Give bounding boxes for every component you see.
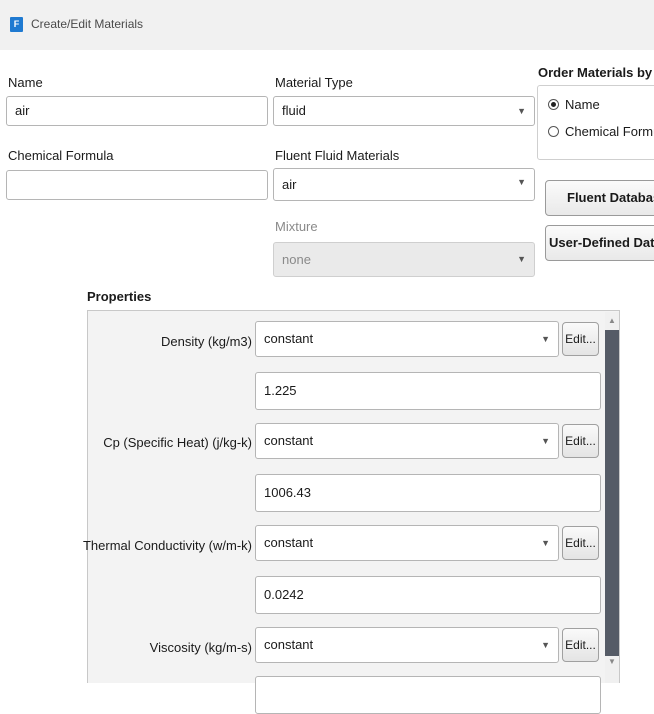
name-label: Name [8,75,43,90]
radio-unselected-icon [548,126,559,137]
material-type-select[interactable]: fluid ▼ [273,96,535,126]
density-method-select[interactable]: constant ▼ [255,321,559,357]
dropdown-arrow-icon: ▼ [541,538,550,548]
density-value-input[interactable]: 1.225 [255,372,601,410]
title-bar: F Create/Edit Materials [0,0,654,50]
chemical-formula-input[interactable] [6,170,268,200]
thermal-conductivity-method-select[interactable]: constant ▼ [255,525,559,561]
scroll-up-arrow-icon[interactable]: ▲ [605,313,619,329]
cp-value-input[interactable]: 1006.43 [255,474,601,512]
mixture-label: Mixture [275,219,318,234]
properties-title: Properties [87,289,152,304]
mixture-value: none [282,252,311,267]
order-by-name-radio[interactable]: Name [548,97,600,112]
density-label: Density (kg/m3) [160,334,252,349]
fluent-fluid-materials-select[interactable]: air ▼ [273,168,535,201]
dropdown-arrow-icon: ▼ [541,334,550,344]
fluent-fluid-materials-value: air [282,177,297,192]
cp-method-select[interactable]: constant ▼ [255,423,559,459]
viscosity-value-input[interactable] [255,676,601,714]
thermal-conductivity-label: Thermal Conductivity (w/m-k) [82,538,252,553]
chemical-formula-label: Chemical Formula [8,148,114,163]
fluent-fluid-materials-label: Fluent Fluid Materials [275,148,400,163]
properties-scrollbar-thumb[interactable] [605,330,619,656]
density-method-value: constant [264,331,314,346]
name-input[interactable]: air [6,96,268,126]
dropdown-arrow-icon: ▼ [517,177,526,187]
user-defined-database-button[interactable]: User-Defined Database... [545,225,654,261]
density-edit-button[interactable]: Edit... [562,322,599,356]
cp-edit-button[interactable]: Edit... [562,424,599,458]
order-by-name-label: Name [565,97,600,112]
dropdown-arrow-icon: ▼ [517,254,526,264]
thermal-conductivity-method-value: constant [264,535,314,550]
material-type-value: fluid [282,103,306,118]
fluent-app-icon: F [10,17,23,32]
fluent-database-button[interactable]: Fluent Database... [545,180,654,216]
mixture-select: none ▼ [273,242,535,277]
material-type-label: Material Type [275,75,353,90]
order-materials-by-label: Order Materials by [538,65,653,80]
order-by-chemical-formula-label: Chemical Formula [565,124,654,139]
window-title: Create/Edit Materials [31,17,144,31]
viscosity-method-select[interactable]: constant ▼ [255,627,559,663]
cp-method-value: constant [264,433,314,448]
cp-label: Cp (Specific Heat) (j/kg-k) [103,435,252,450]
viscosity-edit-button[interactable]: Edit... [562,628,599,662]
dropdown-arrow-icon: ▼ [541,436,550,446]
thermal-conductivity-edit-button[interactable]: Edit... [562,526,599,560]
viscosity-label: Viscosity (kg/m-s) [149,640,252,655]
radio-selected-icon [548,99,559,110]
dropdown-arrow-icon: ▼ [517,106,526,116]
thermal-conductivity-value-input[interactable]: 0.0242 [255,576,601,614]
order-by-chemical-formula-radio[interactable]: Chemical Formula [548,124,654,139]
scroll-down-arrow-icon[interactable]: ▼ [605,654,619,670]
dropdown-arrow-icon: ▼ [541,640,550,650]
viscosity-method-value: constant [264,637,314,652]
